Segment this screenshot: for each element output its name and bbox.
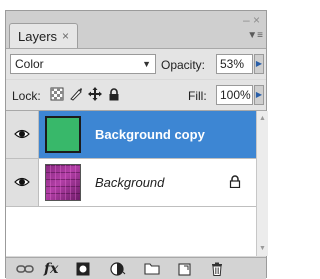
layers-list: Background copy Background bbox=[6, 111, 256, 256]
adjustment-layer-icon[interactable] bbox=[110, 261, 126, 276]
new-group-icon[interactable] bbox=[144, 261, 160, 276]
chevron-down-icon: ▼ bbox=[142, 59, 151, 69]
blend-mode-value: Color bbox=[15, 57, 44, 71]
lock-position-icon[interactable] bbox=[88, 87, 102, 101]
layers-panel: Layers × – × ▼≡ Color ▼ Opacity: 53% ▶ L… bbox=[5, 10, 268, 279]
layer-row-background-copy[interactable]: Background copy bbox=[6, 111, 256, 159]
tab-close-icon[interactable]: × bbox=[62, 29, 69, 43]
layer-name[interactable]: Background bbox=[95, 175, 164, 190]
lock-icons bbox=[50, 87, 121, 101]
layer-body[interactable]: Background bbox=[39, 159, 256, 206]
window-controls-icon[interactable]: – × bbox=[243, 13, 260, 27]
fill-label: Fill: bbox=[188, 89, 207, 103]
layers-toolbar: fx bbox=[6, 257, 266, 279]
scroll-up-icon[interactable]: ▲ bbox=[259, 115, 266, 122]
link-layers-icon[interactable] bbox=[16, 261, 34, 276]
new-layer-icon[interactable] bbox=[178, 261, 192, 276]
opacity-input[interactable]: 53% bbox=[216, 54, 253, 74]
eye-icon bbox=[14, 129, 30, 139]
lock-all-icon[interactable] bbox=[107, 87, 121, 101]
blend-row: Color ▼ Opacity: 53% ▶ bbox=[6, 49, 266, 79]
visibility-toggle[interactable] bbox=[6, 111, 39, 158]
fx-icon[interactable]: fx bbox=[44, 261, 58, 277]
opacity-slider-toggle-icon[interactable]: ▶ bbox=[254, 54, 264, 74]
scroll-down-icon[interactable]: ▼ bbox=[259, 245, 266, 252]
fill-input[interactable]: 100% bbox=[216, 85, 253, 105]
tab-label: Layers bbox=[18, 28, 58, 44]
lock-row: Lock: Fill: 100% ▶ bbox=[6, 80, 266, 111]
blend-mode-select[interactable]: Color ▼ bbox=[10, 54, 156, 74]
layer-name[interactable]: Background copy bbox=[95, 127, 205, 142]
lock-label: Lock: bbox=[12, 89, 41, 103]
add-mask-icon[interactable] bbox=[76, 261, 90, 276]
fill-slider-toggle-icon[interactable]: ▶ bbox=[254, 85, 264, 105]
visibility-toggle[interactable] bbox=[6, 159, 39, 206]
layer-thumbnail[interactable] bbox=[45, 164, 81, 201]
lock-icon bbox=[229, 175, 241, 193]
layer-body[interactable]: Background copy bbox=[39, 111, 256, 158]
layer-thumbnail[interactable] bbox=[45, 116, 81, 153]
lock-image-icon[interactable] bbox=[69, 87, 83, 101]
delete-layer-icon[interactable] bbox=[211, 261, 223, 276]
tab-layers[interactable]: Layers × bbox=[9, 23, 79, 48]
layers-scrollbar[interactable]: ▲ ▼ bbox=[256, 111, 268, 256]
panel-menu-icon[interactable]: ▼≡ bbox=[247, 30, 263, 41]
opacity-label: Opacity: bbox=[161, 58, 206, 72]
layer-row-background[interactable]: Background bbox=[6, 159, 256, 207]
lock-transparent-icon[interactable] bbox=[50, 87, 64, 101]
eye-icon bbox=[14, 177, 30, 187]
panel-title-strip: Layers × – × ▼≡ bbox=[6, 11, 266, 49]
